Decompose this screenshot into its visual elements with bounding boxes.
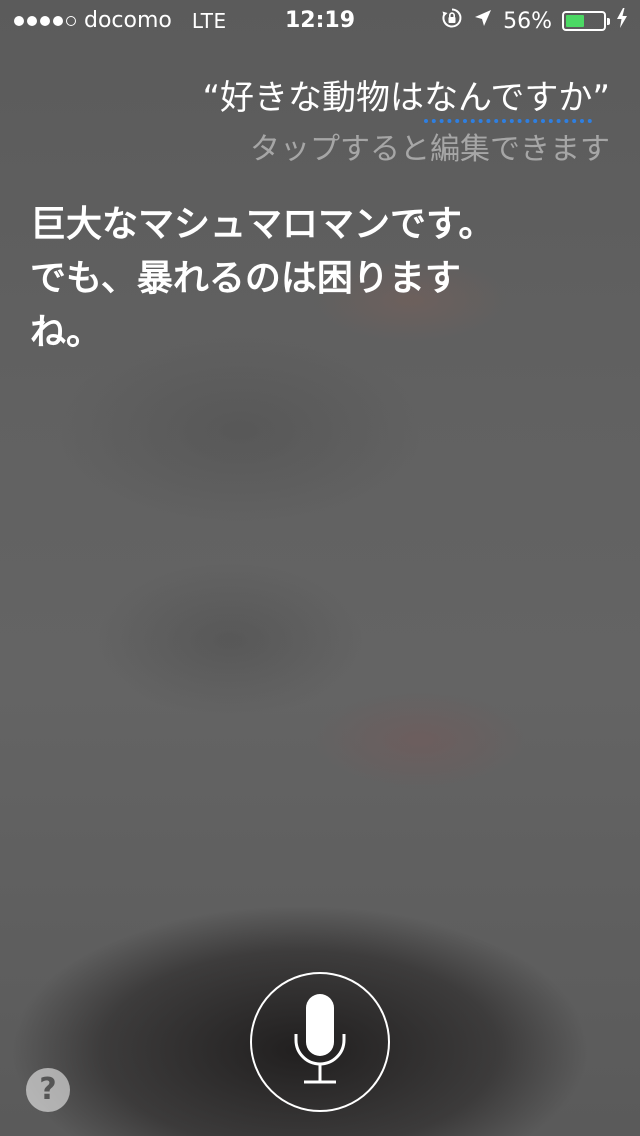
response-line: ね。 bbox=[30, 312, 103, 353]
help-button[interactable]: ? bbox=[26, 1068, 70, 1112]
response-line: 巨大なマシュマロマンです。 bbox=[30, 204, 495, 245]
query-close-quote: ” bbox=[592, 78, 610, 118]
battery-nub bbox=[607, 18, 610, 25]
charging-bolt-icon bbox=[616, 7, 628, 35]
query-text: “好きな動物は bbox=[202, 78, 425, 118]
response-line: でも、暴れるのは困ります bbox=[30, 258, 461, 299]
microphone-icon bbox=[294, 994, 346, 1084]
status-indicators: 56% bbox=[441, 7, 628, 35]
siri-mic-button[interactable] bbox=[250, 972, 390, 1112]
battery-icon bbox=[562, 11, 610, 31]
tap-to-edit-hint[interactable]: タップすると編集できます bbox=[250, 124, 610, 168]
query-uncertain-word[interactable]: なんですか bbox=[424, 78, 593, 123]
location-arrow-icon bbox=[473, 8, 493, 34]
siri-query[interactable]: “好きな動物はなんですか” bbox=[202, 70, 610, 123]
rotation-lock-icon bbox=[441, 7, 463, 35]
battery-percentage: 56% bbox=[503, 8, 552, 34]
battery-fill bbox=[566, 15, 585, 27]
siri-response: 巨大なマシュマロマンです。 でも、暴れるのは困ります ね。 bbox=[30, 198, 540, 360]
status-bar: docomo LTE 12:19 56% bbox=[0, 0, 640, 40]
